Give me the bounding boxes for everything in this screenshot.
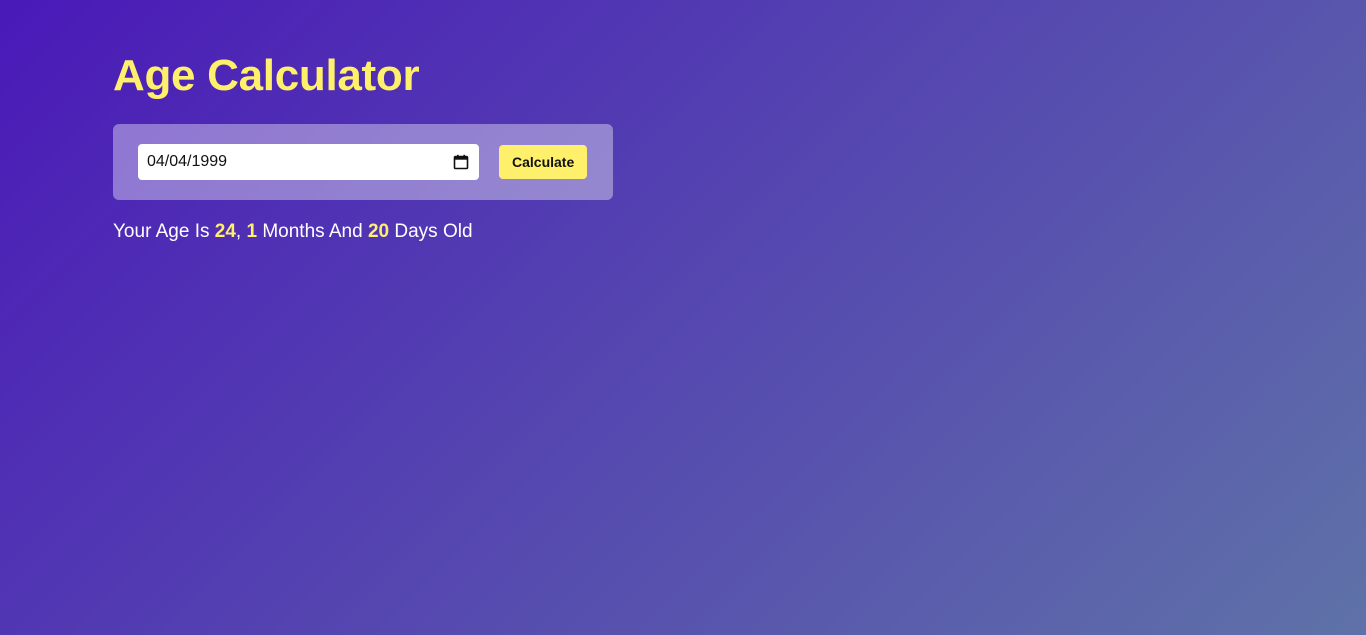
result-separator: , xyxy=(235,221,247,242)
input-panel: 04/04/1999 Calculate xyxy=(113,124,613,200)
page-title: Age Calculator xyxy=(113,51,420,100)
result-suffix: Days Old xyxy=(389,221,473,242)
result-years: 24 xyxy=(214,221,236,242)
birthdate-input[interactable]: 04/04/1999 xyxy=(138,144,479,180)
result-months: 1 xyxy=(246,221,258,242)
age-calculator: Age Calculator 04/04/1999 Calculate Your… xyxy=(113,50,613,244)
result-prefix: Your Age Is xyxy=(113,221,215,242)
age-result: Your Age Is 24, 1 Months And 20 Days Old xyxy=(113,220,613,244)
calendar-icon[interactable] xyxy=(453,154,469,170)
calculate-button[interactable]: Calculate xyxy=(499,145,588,179)
birthdate-value: 04/04/1999 xyxy=(147,153,228,170)
result-days: 20 xyxy=(367,221,390,242)
result-months-text: Months And xyxy=(257,221,368,242)
